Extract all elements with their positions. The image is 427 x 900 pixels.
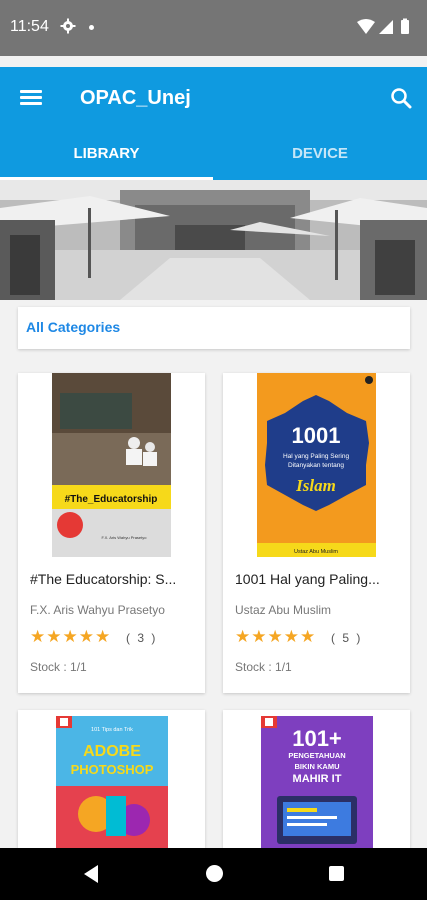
book-cover-image: #The_Educatorship F.X. Aris Wahyu Praset…: [52, 373, 171, 557]
cover-subtitle-text: Hal yang Paling Sering: [283, 453, 350, 460]
cover-subtitle-text-3: MAHIR IT: [293, 773, 342, 785]
book-title: 1001 Hal yang Paling...: [235, 571, 380, 587]
recents-icon[interactable]: [329, 866, 344, 881]
tab-library[interactable]: LIBRARY: [0, 145, 213, 180]
cover-islam-text: Islam: [295, 476, 336, 495]
book-cover-image: 101+ PENGETAHUAN BIKIN KAMU MAHIR IT: [261, 716, 373, 848]
cover-tips-text: 101 Tips dan Trik: [91, 727, 133, 733]
book-author: Ustaz Abu Muslim: [235, 603, 332, 617]
tab-device[interactable]: DEVICE: [213, 145, 427, 180]
system-nav-bar: [0, 848, 427, 900]
cover-subtitle-text-2: Ditanyakan tentang: [288, 462, 344, 469]
status-time: 11:54: [10, 18, 49, 35]
cover-author-text: Ustaz Abu Muslim: [294, 549, 338, 555]
search-icon[interactable]: [389, 86, 413, 110]
wifi-icon: [357, 19, 375, 34]
book-title: #The Educatorship: S...: [30, 571, 177, 587]
cover-title-text: #The_Educatorship: [65, 494, 158, 505]
back-icon[interactable]: [83, 864, 99, 884]
signal-icon: [379, 20, 393, 34]
cover-subtitle-text-2: BIKIN KAMU: [295, 762, 340, 771]
cover-title-text: ADOBE: [83, 743, 141, 760]
app-title: OPAC_Unej: [80, 87, 191, 109]
book-card[interactable]: #The_Educatorship F.X. Aris Wahyu Praset…: [18, 373, 205, 693]
book-cover-image: 1001 Hal yang Paling Sering Ditanyakan t…: [257, 373, 376, 557]
battery-icon: [401, 20, 409, 34]
rating-count: ( 5 ): [331, 631, 363, 645]
cover-author-text: F.X. Aris Wahyu Prasetyo: [102, 535, 148, 540]
book-card[interactable]: 1001 Hal yang Paling Sering Ditanyakan t…: [223, 373, 410, 693]
cover-subtitle-text: PENGETAHUAN: [288, 751, 345, 760]
book-stock: Stock : 1/1: [235, 660, 292, 674]
book-cover-image: 101 Tips dan Trik ADOBE PHOTOSHOP: [56, 716, 168, 848]
all-categories-button[interactable]: All Categories: [18, 307, 410, 349]
book-card[interactable]: 101+ PENGETAHUAN BIKIN KAMU MAHIR IT: [223, 710, 410, 848]
home-icon[interactable]: [206, 865, 223, 882]
star-rating: ★★★★★: [30, 627, 112, 646]
status-bar: 11:54: [0, 0, 427, 56]
book-card[interactable]: 101 Tips dan Trik ADOBE PHOTOSHOP: [18, 710, 205, 848]
book-stock: Stock : 1/1: [30, 660, 87, 674]
hamburger-menu-icon[interactable]: [20, 90, 42, 106]
cover-title-text-2: PHOTOSHOP: [71, 762, 154, 777]
status-icons: [357, 18, 409, 34]
cover-number-text: 101+: [292, 726, 342, 751]
rating-count: ( 3 ): [126, 631, 158, 645]
all-categories-label: All Categories: [26, 319, 121, 335]
gear-icon: [60, 18, 76, 34]
star-rating: ★★★★★: [235, 627, 317, 646]
library-banner-image: [0, 180, 427, 300]
notification-dot: [89, 25, 94, 30]
book-author: F.X. Aris Wahyu Prasetyo: [30, 603, 165, 617]
cover-number-text: 1001: [292, 423, 341, 448]
